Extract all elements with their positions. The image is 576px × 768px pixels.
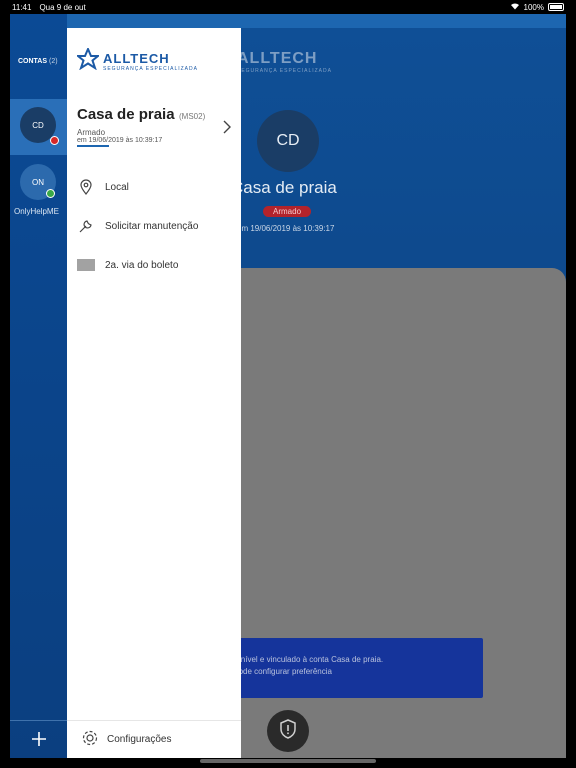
accounts-count: (2) — [49, 58, 58, 65]
battery-percent: 100% — [523, 2, 544, 12]
home-indicator[interactable] — [200, 759, 376, 763]
app-window: ALLTECH SEGURANÇA ESPECIALIZADA CD Casa … — [10, 14, 566, 758]
current-account[interactable]: Casa de praia (MS02) Armado em 19/06/201… — [77, 106, 237, 147]
side-drawer: ALLTECH SEGURANÇA ESPECIALIZADA Casa de … — [67, 28, 241, 758]
menu-item-boleto[interactable]: 2a. via do boleto — [77, 256, 178, 274]
plus-icon — [31, 727, 47, 753]
toast-line-2: você pode configurar preferência — [215, 667, 332, 676]
toast-line-1: à disponível e vinculado à conta Casa de… — [215, 655, 384, 664]
status-dot-green — [46, 189, 55, 198]
account-underline — [77, 145, 109, 147]
account-avatar: CD — [257, 110, 319, 172]
chevron-right-icon[interactable] — [223, 120, 231, 137]
account-status: Armado — [77, 128, 106, 137]
wifi-icon — [510, 2, 520, 12]
battery-icon — [548, 3, 564, 11]
menu-item-local[interactable]: Local — [77, 178, 129, 196]
status-right: 100% — [510, 2, 564, 12]
status-date-text: em 19/06/2019 às 10:39:17 — [237, 224, 335, 233]
logo-subtitle: SEGURANÇA ESPECIALIZADA — [103, 66, 198, 72]
status-badge: Armado — [263, 206, 312, 217]
add-account-button[interactable] — [10, 720, 67, 758]
accounts-title: CONTAS (2) — [18, 58, 58, 65]
account-date: em 19/06/2019 às 10:39:17 — [77, 137, 163, 144]
header-logo: ALLTECH SEGURANÇA ESPECIALIZADA — [237, 50, 332, 74]
status-dot-red — [50, 136, 59, 145]
menu-label-local: Local — [105, 181, 129, 193]
logo-name: ALLTECH — [103, 51, 170, 66]
gear-icon — [81, 729, 99, 750]
drawer-logo: ALLTECH SEGURANÇA ESPECIALIZADA — [75, 46, 198, 75]
status-date: Qua 9 de out — [39, 2, 86, 12]
barcode-icon — [77, 256, 95, 274]
status-time: 11:41 — [12, 2, 32, 12]
location-pin-icon — [77, 178, 95, 196]
account-title: Casa de praia — [231, 178, 337, 197]
status-bar: 11:41 Qua 9 de out 100% — [0, 0, 576, 14]
accounts-rail: CONTAS (2) CD ON OnlyHelpME — [10, 14, 67, 758]
menu-label-boleto: 2a. via do boleto — [105, 259, 179, 271]
menu-label-maintenance: Solicitar manutenção — [105, 220, 199, 232]
settings-label: Configurações — [107, 734, 172, 745]
account-code: (MS02) — [179, 112, 206, 121]
alert-button[interactable] — [267, 710, 309, 752]
account-name: Casa de praia — [77, 106, 175, 123]
menu-item-maintenance[interactable]: Solicitar manutenção — [77, 217, 198, 235]
settings-button[interactable]: Configurações — [67, 720, 241, 758]
info-toast[interactable]: à disponível e vinculado à conta Casa de… — [215, 638, 483, 698]
wrench-icon — [77, 217, 95, 235]
star-logo-icon — [75, 46, 101, 75]
shield-alert-icon — [279, 718, 297, 744]
account-name-onlyhelpme[interactable]: OnlyHelpME — [14, 207, 59, 216]
